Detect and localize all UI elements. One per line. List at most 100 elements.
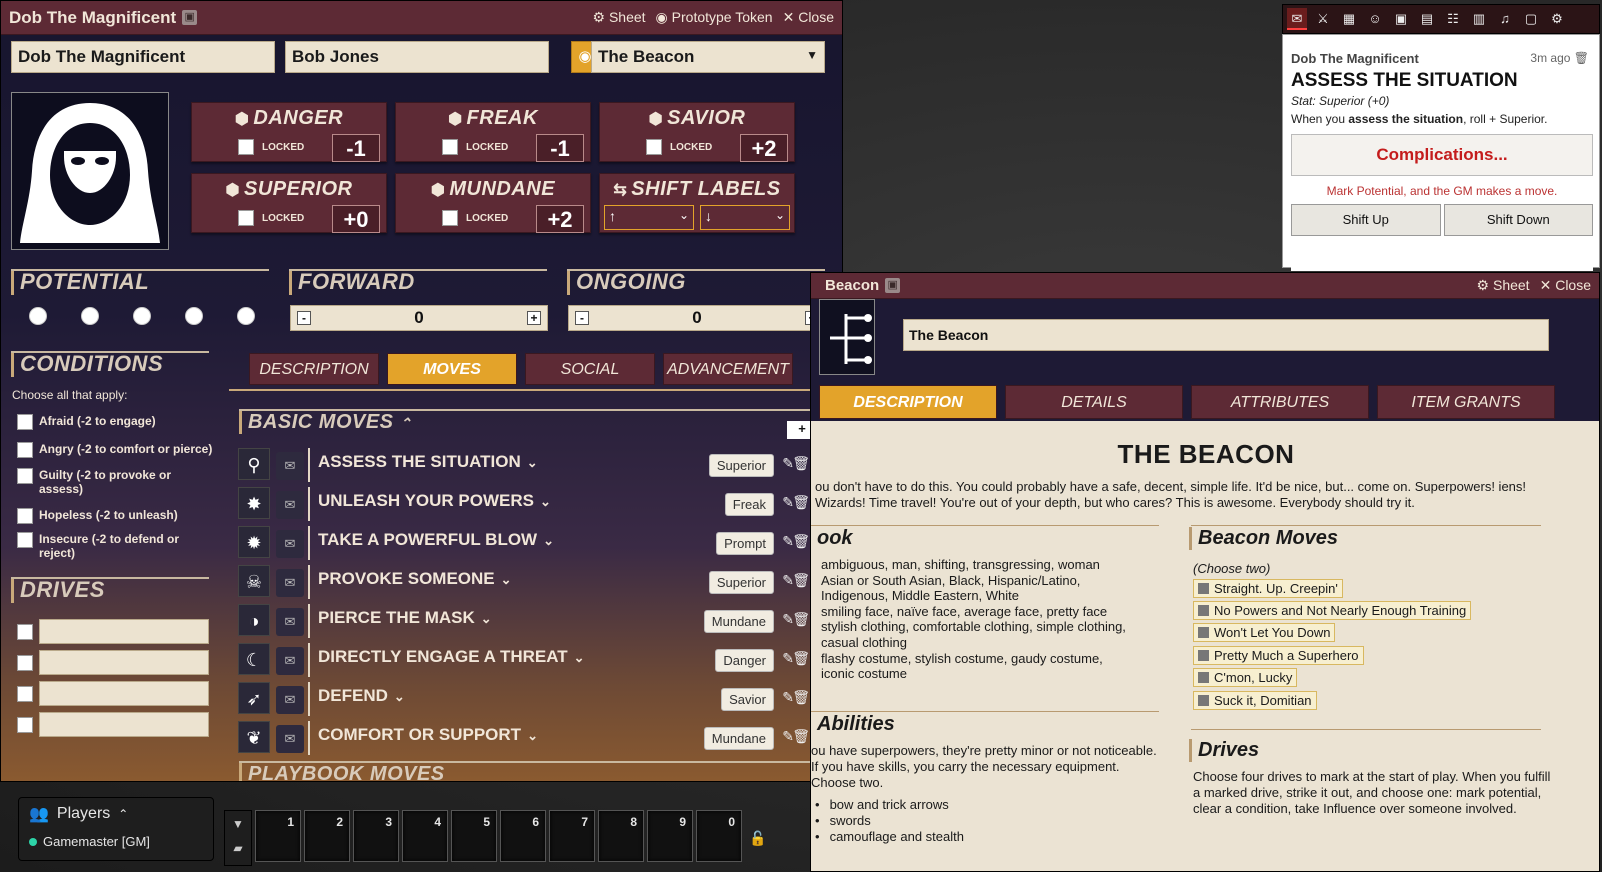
stat-value[interactable]: -1	[332, 134, 380, 162]
cards-icon[interactable]: ▥	[1469, 8, 1489, 30]
macro-slot[interactable]: 3	[353, 810, 399, 862]
drive-input[interactable]	[39, 650, 209, 675]
move-name[interactable]: PROVOKE SOMEONE ⌄	[318, 569, 512, 589]
claw-icon[interactable]: ☾	[238, 643, 270, 675]
close-button[interactable]: ✕ Close	[1540, 277, 1591, 294]
players-header[interactable]: 👥 Players ⌃	[29, 804, 203, 824]
macro-slot[interactable]: 8	[598, 810, 644, 862]
shift-down-select[interactable]: ↓ ⌄	[700, 205, 790, 230]
potential-mark[interactable]	[185, 307, 203, 325]
item-name-field[interactable]: The Beacon	[903, 319, 1549, 351]
shift-up-select[interactable]: ↑ ⌄	[604, 205, 694, 230]
drive-input[interactable]	[39, 619, 209, 644]
tables-icon[interactable]: ☷	[1443, 8, 1463, 30]
burst-icon[interactable]: ✸	[238, 487, 270, 519]
macro-slot[interactable]: 7	[549, 810, 595, 862]
chat-icon[interactable]: ✉	[276, 530, 304, 558]
items-icon[interactable]: ▣	[1391, 8, 1411, 30]
magnifier-icon[interactable]: ⚲	[238, 448, 270, 480]
potential-mark[interactable]	[81, 307, 99, 325]
lock-checkbox[interactable]	[442, 210, 458, 226]
chat-icon[interactable]: ✉	[1287, 8, 1307, 30]
macro-slot[interactable]: 0	[696, 810, 742, 862]
tab-attributes[interactable]: ATTRIBUTES	[1191, 385, 1369, 419]
journal-icon[interactable]: ▤	[1417, 8, 1437, 30]
combat-icon[interactable]: ⚔	[1313, 8, 1333, 30]
beacon-move-link[interactable]: Straight. Up. Creepin'	[1193, 579, 1343, 598]
explosion-icon[interactable]: ✹	[238, 526, 270, 558]
trash-icon[interactable]: 🗑	[792, 728, 810, 745]
villain-icon[interactable]: ☠	[238, 565, 270, 597]
chat-icon[interactable]: ✉	[276, 686, 304, 714]
tab-social[interactable]: SOCIAL	[525, 353, 655, 385]
stat-value[interactable]: +2	[740, 134, 788, 162]
mask-icon[interactable]: ◑	[238, 604, 270, 636]
condition-hopeless[interactable]: Hopeless (-2 to unleash)	[17, 508, 217, 524]
move-name[interactable]: UNLEASH YOUR POWERS ⌄	[318, 491, 551, 511]
trash-icon[interactable]: 🗑	[792, 650, 810, 667]
drive-input[interactable]	[39, 681, 209, 706]
condition-checkbox[interactable]	[17, 468, 33, 484]
move-name[interactable]: DIRECTLY ENGAGE A THREAT ⌄	[318, 647, 585, 667]
hug-icon[interactable]: ❦	[238, 721, 270, 753]
hotbar-page-controls[interactable]: ▼ ▰	[224, 810, 252, 866]
beacon-move-link[interactable]: Won't Let You Down	[1193, 623, 1336, 642]
trash-icon[interactable]: 🗑	[792, 455, 810, 472]
playlists-icon[interactable]: ♫	[1495, 8, 1515, 30]
drive-input[interactable]	[39, 712, 209, 737]
potential-mark[interactable]	[29, 307, 47, 325]
condition-insecure[interactable]: Insecure (-2 to defend or reject)	[17, 532, 187, 560]
stat-value[interactable]: +2	[536, 205, 584, 233]
lock-checkbox[interactable]	[238, 210, 254, 226]
player-gm[interactable]: Gamemaster [GM]	[29, 834, 203, 849]
scenes-icon[interactable]: ▦	[1339, 8, 1359, 30]
macro-slot[interactable]: 4	[402, 810, 448, 862]
macro-slot[interactable]: 5	[451, 810, 497, 862]
character-portrait[interactable]	[11, 92, 169, 250]
beacon-move-link[interactable]: Pretty Much a Superhero	[1193, 646, 1364, 665]
move-name[interactable]: PIERCE THE MASK ⌄	[318, 608, 492, 628]
shift-up-button[interactable]: Shift Up	[1291, 204, 1441, 236]
trash-icon[interactable]: 🗑	[792, 611, 810, 628]
macro-slot[interactable]: 9	[647, 810, 693, 862]
stat-value[interactable]: +0	[332, 205, 380, 233]
ongoing-counter[interactable]: - 0 +	[568, 305, 826, 331]
lock-checkbox[interactable]	[238, 139, 254, 155]
chat-icon[interactable]: ✉	[276, 647, 304, 675]
tab-advancement[interactable]: ADVANCEMENT	[663, 353, 793, 385]
uuid-icon[interactable]: ▣	[182, 10, 198, 25]
beacon-move-link[interactable]: Suck it, Domitian	[1193, 691, 1317, 710]
potential-mark[interactable]	[237, 307, 255, 325]
shift-down-button[interactable]: Shift Down	[1443, 204, 1593, 236]
potential-mark[interactable]	[133, 307, 151, 325]
uuid-icon[interactable]: ▣	[885, 278, 901, 293]
move-name[interactable]: DEFEND ⌄	[318, 686, 405, 706]
player-name-field[interactable]: Bob Jones	[285, 41, 549, 73]
actors-icon[interactable]: ☺	[1365, 8, 1385, 30]
forward-counter[interactable]: - 0 +	[290, 305, 548, 331]
lock-checkbox[interactable]	[646, 139, 662, 155]
roll-result[interactable]: Complications...	[1291, 134, 1593, 176]
chat-icon[interactable]: ✉	[276, 491, 304, 519]
folder-icon[interactable]: ▰	[225, 841, 251, 855]
trash-icon[interactable]: 🗑	[792, 689, 810, 706]
drive-checkbox[interactable]	[17, 716, 33, 733]
trash-icon[interactable]: 🗑	[792, 572, 810, 589]
macro-slot[interactable]: 2	[304, 810, 350, 862]
trash-icon[interactable]: 🗑	[1574, 51, 1589, 65]
character-name-field[interactable]: Dob The Magnificent	[11, 41, 275, 73]
drive-checkbox[interactable]	[17, 685, 33, 702]
playbook-select[interactable]: The Beacon ▼	[591, 41, 825, 73]
condition-checkbox[interactable]	[17, 442, 33, 458]
condition-checkbox[interactable]	[17, 508, 33, 524]
window-header[interactable]: Dob The Magnificent ▣ ⚙ Sheet ◉ Prototyp…	[1, 1, 842, 35]
macro-slot[interactable]: 1	[255, 810, 301, 862]
chevron-down-icon[interactable]: ▼	[225, 817, 251, 831]
macro-slot[interactable]: 6	[500, 810, 546, 862]
shield-arrows-icon[interactable]: ➶	[238, 682, 270, 714]
move-name[interactable]: TAKE A POWERFUL BLOW ⌄	[318, 530, 554, 550]
lock-icon[interactable]: 🔓	[745, 810, 771, 866]
beacon-move-link[interactable]: No Powers and Not Nearly Enough Training	[1193, 601, 1472, 620]
chat-icon[interactable]: ✉	[276, 608, 304, 636]
tab-description[interactable]: DESCRIPTION	[249, 353, 379, 385]
